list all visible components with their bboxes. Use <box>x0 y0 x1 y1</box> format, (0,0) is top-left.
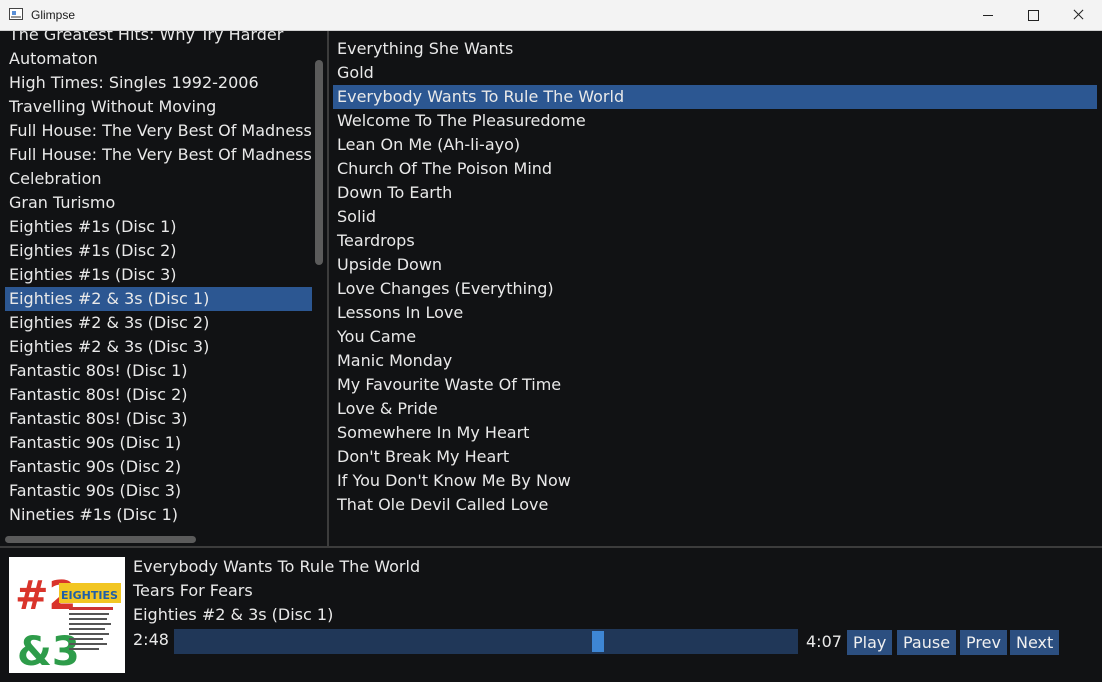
track-list-item[interactable]: Lean On Me (Ah-li-ayo) <box>333 133 1097 157</box>
album-list-item[interactable]: Travelling Without Moving <box>5 95 312 119</box>
album-list-item[interactable]: Eighties #2 & 3s (Disc 1) <box>5 287 312 311</box>
track-list[interactable]: Everything She Wants Gold Everybody Wants … <box>333 37 1097 517</box>
now-playing-title: Everybody Wants To Rule The World <box>133 557 421 576</box>
album-list-item[interactable]: Fantastic 90s (Disc 3) <box>5 479 312 503</box>
elapsed-time: 2:48 <box>133 630 169 649</box>
track-list-item[interactable]: Everything She Wants <box>333 37 1097 61</box>
album-list-item[interactable]: Fantastic 90s (Disc 2) <box>5 455 312 479</box>
track-list-item[interactable]: Everybody Wants To Rule The World <box>333 85 1097 109</box>
album-list-item[interactable]: Full House: The Very Best Of Madness (Di… <box>5 143 312 167</box>
album-list-item[interactable]: Eighties #1s (Disc 1) <box>5 215 312 239</box>
track-list-item[interactable]: Down To Earth <box>333 181 1097 205</box>
album-list-item[interactable]: Nineties #1s (Disc 1) <box>5 503 312 527</box>
track-list-item[interactable]: You Came <box>333 325 1097 349</box>
now-playing-artist: Tears For Fears <box>133 581 253 600</box>
app-window-icon <box>9 8 23 20</box>
track-list-item[interactable]: Lessons In Love <box>333 301 1097 325</box>
seek-bar[interactable] <box>174 629 798 654</box>
next-button[interactable]: Next <box>1010 630 1060 655</box>
album-list-vertical-scrollbar[interactable] <box>315 60 323 265</box>
minimize-button[interactable] <box>965 0 1011 30</box>
album-list-item[interactable]: Eighties #2 & 3s (Disc 3) <box>5 335 312 359</box>
pane-splitter-horizontal[interactable] <box>0 546 1102 548</box>
track-list-item[interactable]: Teardrops <box>333 229 1097 253</box>
track-list-item[interactable]: Solid <box>333 205 1097 229</box>
track-list-item[interactable]: Love Changes (Everything) <box>333 277 1097 301</box>
track-list-item[interactable]: Don't Break My Heart <box>333 445 1097 469</box>
track-list-item[interactable]: That Ole Devil Called Love <box>333 493 1097 517</box>
play-button[interactable]: Play <box>847 630 893 655</box>
track-list-item[interactable]: Upside Down <box>333 253 1097 277</box>
maximize-button[interactable] <box>1010 0 1056 30</box>
track-list-item[interactable]: Love & Pride <box>333 397 1097 421</box>
album-list-item[interactable]: Fantastic 80s! (Disc 2) <box>5 383 312 407</box>
album-cover-art: #2 &3 EIGHTIES <box>9 557 125 673</box>
album-list-pane[interactable]: The Greatest Hits: Why Try Harder Automat… <box>0 31 327 545</box>
prev-button[interactable]: Prev <box>960 630 1007 655</box>
album-list-item[interactable]: Eighties #2 & 3s (Disc 2) <box>5 311 312 335</box>
title-bar: Glimpse <box>0 0 1102 31</box>
album-list-horizontal-scrollbar[interactable] <box>5 536 196 543</box>
album-list-item[interactable]: Full House: The Very Best Of Madness (Di… <box>5 119 312 143</box>
track-list-pane[interactable]: Everything She Wants Gold Everybody Wants … <box>329 31 1102 546</box>
album-list-item[interactable]: Automaton <box>5 47 312 71</box>
album-list-item[interactable]: Fantastic 90s (Disc 1) <box>5 431 312 455</box>
album-list-item[interactable]: High Times: Singles 1992-2006 <box>5 71 312 95</box>
window-title: Glimpse <box>31 8 76 22</box>
seek-handle[interactable] <box>592 631 605 652</box>
track-list-item[interactable]: Manic Monday <box>333 349 1097 373</box>
album-list-item[interactable]: Fantastic 80s! (Disc 1) <box>5 359 312 383</box>
total-time: 4:07 <box>806 632 842 651</box>
cover-number-b: &3 <box>17 629 80 673</box>
track-list-item[interactable]: Somewhere In My Heart <box>333 421 1097 445</box>
album-list-item[interactable]: Fantastic 80s! (Disc 3) <box>5 407 312 431</box>
album-list-item[interactable]: Gran Turismo <box>5 191 312 215</box>
track-list-item[interactable]: My Favourite Waste Of Time <box>333 373 1097 397</box>
close-button[interactable] <box>1055 0 1101 30</box>
album-list-item[interactable]: Eighties #1s (Disc 3) <box>5 263 312 287</box>
pause-button[interactable]: Pause <box>897 630 957 655</box>
track-list-item[interactable]: Gold <box>333 61 1097 85</box>
cover-word: EIGHTIES <box>61 589 118 602</box>
album-list-item[interactable]: Eighties #1s (Disc 2) <box>5 239 312 263</box>
album-list[interactable]: The Greatest Hits: Why Try Harder Automat… <box>0 31 312 527</box>
track-list-item[interactable]: Welcome To The Pleasuredome <box>333 109 1097 133</box>
album-list-item[interactable]: Celebration <box>5 167 312 191</box>
track-list-item[interactable]: If You Don't Know Me By Now <box>333 469 1097 493</box>
now-playing-album: Eighties #2 & 3s (Disc 1) <box>133 605 334 624</box>
album-list-item[interactable]: The Greatest Hits: Why Try Harder <box>5 31 312 47</box>
track-list-item[interactable]: Church Of The Poison Mind <box>333 157 1097 181</box>
